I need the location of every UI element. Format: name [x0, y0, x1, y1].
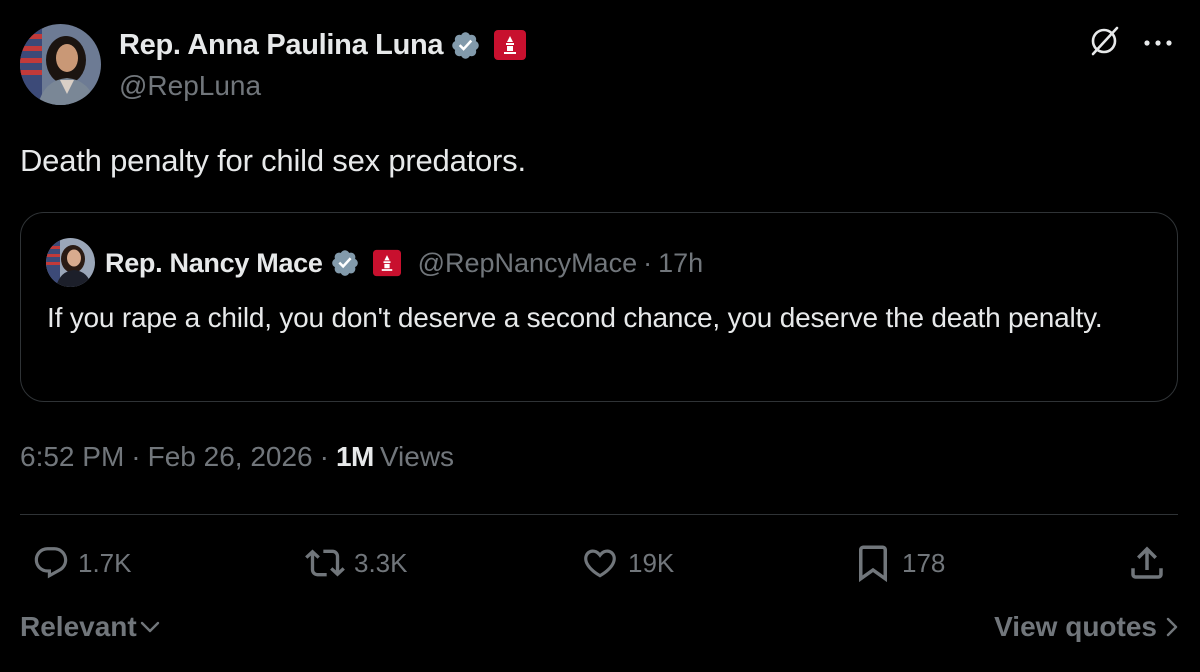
meta-separator: · — [319, 441, 329, 472]
like-button[interactable]: 19K — [580, 540, 674, 586]
author-name-row: Rep. Anna Paulina Luna — [119, 28, 527, 62]
repost-button[interactable]: 3.3K — [304, 540, 408, 586]
quoted-header: Rep. Nancy Mace @RepNancyMace · 17h — [105, 246, 703, 280]
meta-separator: · — [131, 441, 141, 472]
share-icon — [1126, 542, 1168, 584]
quoted-separator: · — [643, 247, 653, 278]
verified-icon[interactable] — [450, 30, 481, 61]
view-quotes-link[interactable]: View quotes — [994, 611, 1178, 643]
bookmark-icon — [852, 542, 894, 584]
share-button[interactable] — [1126, 540, 1168, 586]
quoted-handle: @RepNancyMace — [417, 247, 638, 278]
reply-count: 1.7K — [78, 547, 132, 578]
bookmark-count: 178 — [902, 547, 946, 578]
quoted-author-avatar — [46, 238, 95, 287]
tweet-time[interactable]: 6:52 PM — [20, 441, 124, 473]
sort-label: Relevant — [20, 611, 137, 642]
chevron-right-icon — [1166, 617, 1178, 637]
tweet-text: Death penalty for child sex predators. — [20, 143, 526, 178]
like-count: 19K — [628, 547, 675, 578]
quoted-text: If you rape a child, you don't deserve a… — [47, 302, 1103, 333]
more-options-button[interactable] — [1138, 24, 1178, 62]
views-label: Views — [379, 441, 455, 472]
verified-icon — [330, 248, 360, 278]
author-display-name[interactable]: Rep. Anna Paulina Luna — [119, 29, 444, 62]
grok-icon — [1087, 24, 1121, 63]
quoted-timestamp: 17h — [658, 247, 704, 278]
tweet-date[interactable]: Feb 26, 2026 — [148, 441, 313, 473]
chevron-down-icon — [140, 620, 160, 634]
sort-dropdown[interactable]: Relevant — [20, 611, 160, 643]
more-icon — [1143, 34, 1173, 52]
like-icon — [580, 544, 620, 582]
reply-button[interactable]: 1.7K — [32, 540, 132, 586]
views-count: 1M — [335, 441, 374, 472]
author-handle[interactable]: @RepLuna — [119, 70, 261, 102]
quoted-display-name: Rep. Nancy Mace — [105, 247, 323, 278]
divider — [20, 514, 1178, 515]
government-badge-icon[interactable] — [494, 30, 527, 60]
grok-button[interactable] — [1085, 24, 1123, 62]
bookmark-button[interactable]: 178 — [852, 540, 945, 586]
repost-icon — [304, 543, 346, 583]
quoted-tweet-card[interactable]: Rep. Nancy Mace @RepNancyMace · 17h If y… — [20, 212, 1178, 402]
author-avatar[interactable] — [20, 24, 101, 105]
view-quotes-label: View quotes — [994, 611, 1157, 642]
government-badge-icon — [372, 249, 401, 277]
tweet-meta: 6:52 PM · Feb 26, 2026 · 1M Views — [20, 441, 454, 473]
repost-count: 3.3K — [354, 547, 408, 578]
reply-icon — [32, 544, 70, 582]
